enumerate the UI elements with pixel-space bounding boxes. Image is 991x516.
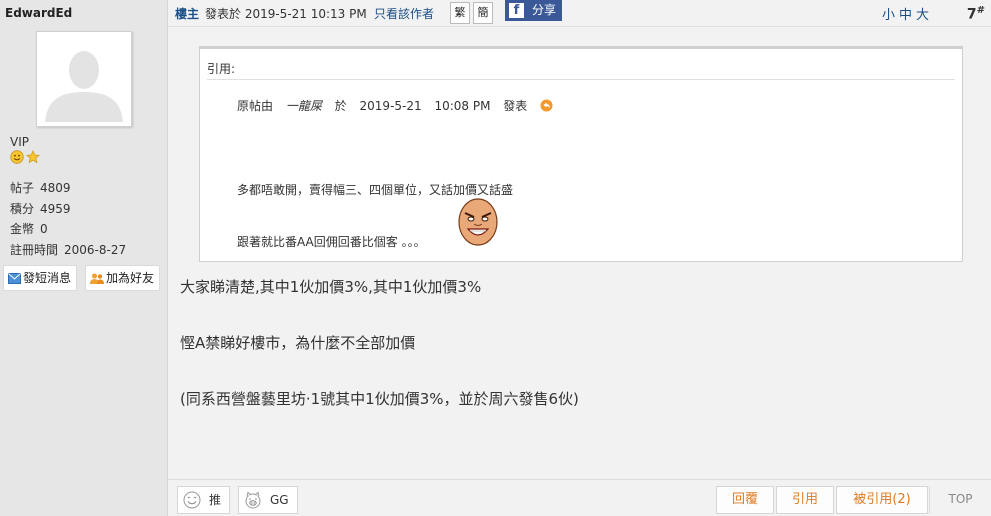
post-body-line: 大家睇清楚,其中1伙加價3%,其中1伙加價3% [180,278,482,296]
user-stats: 帖子 4809 積分 4959 金幣 0 註冊時間 2006-8-27 [10,178,126,260]
simplified-button[interactable]: 簡 [473,2,493,24]
quote-label: 引用: [207,62,236,76]
quoted-by-button[interactable]: 被引用(2) [836,486,928,514]
back-to-top-button[interactable]: TOP [929,486,991,514]
quote-origin: 原帖由 一龍屎 於 2019-5-21 10:08 PM 發表 [237,97,553,114]
default-avatar-icon [41,36,127,122]
floor-number: 7# [966,5,985,23]
happy-face-icon [183,491,201,509]
evil-grin-emoji-icon [458,198,498,246]
envelope-icon [8,272,21,284]
reply-button[interactable]: 回覆 [716,486,774,514]
rank-label: VIP [10,135,29,149]
facebook-icon: f [509,3,524,18]
stat-posts: 帖子 4809 [10,181,71,195]
post-time: 發表於 2019-5-21 10:13 PM [205,7,367,21]
quote-text-line: 多都唔敢開，賣得幅三、四個單位，又話加價又話盛 [237,183,514,197]
star-icon [26,150,40,164]
post-body-line: 慳A禁睇好樓市，為什麼不全部加價 [180,334,416,352]
push-button[interactable]: 推 [177,486,231,514]
stat-register-date: 註冊時間 2006-8-27 [10,242,127,257]
smiley-icon [10,150,24,164]
user-sidebar: EdwardEd VIP 帖子 4809 積分 4959 金幣 0 註冊時間 2… [0,0,168,516]
font-size-switcher[interactable]: 小中大 [882,4,933,23]
quote-text-line: 跟著就比番AA回佣回番比個客 。。。 [237,235,426,249]
username-link[interactable]: EdwardEd [5,6,72,20]
forum-post: EdwardEd VIP 帖子 4809 積分 4959 金幣 0 註冊時間 2… [0,0,991,516]
rank-icons [10,150,40,164]
facebook-share-button[interactable]: f 分享 [505,0,563,21]
post-header: 樓主 發表於 2019-5-21 10:13 PM 只看該作者 繁 簡 f 分享… [168,0,991,27]
post-body-line: (同系西營盤藝里坊·1號其中1伙加價3%，並於周六發售6伙) [180,390,579,408]
stat-coins: 金幣 0 [10,222,48,236]
gg-button[interactable]: GG [238,486,298,514]
only-author-link[interactable]: 只看該作者 [374,5,434,22]
quote-block: 引用: 原帖由 一龍屎 於 2019-5-21 10:08 PM 發表 多都唔敢… [199,46,963,262]
stat-points: 積分 4959 [10,201,71,216]
traditional-button[interactable]: 繁 [450,2,470,24]
quote-button[interactable]: 引用 [776,486,834,514]
add-friend-button[interactable]: 加為好友 [85,265,161,291]
quote-content: 原帖由 一龍屎 於 2019-5-21 10:08 PM 發表 多都唔敢開，賣得… [207,79,955,255]
post-footer: 推 GG 回覆 引用 被引用(2) TOP [168,479,991,516]
pig-face-icon [245,491,261,509]
avatar[interactable] [36,31,132,127]
quote-author: 一龍屎 [285,99,322,113]
send-message-button[interactable]: 發短消息 [3,265,78,291]
author-tag: 樓主 [175,7,200,21]
friends-icon [90,273,104,284]
go-to-post-icon[interactable] [540,99,553,112]
